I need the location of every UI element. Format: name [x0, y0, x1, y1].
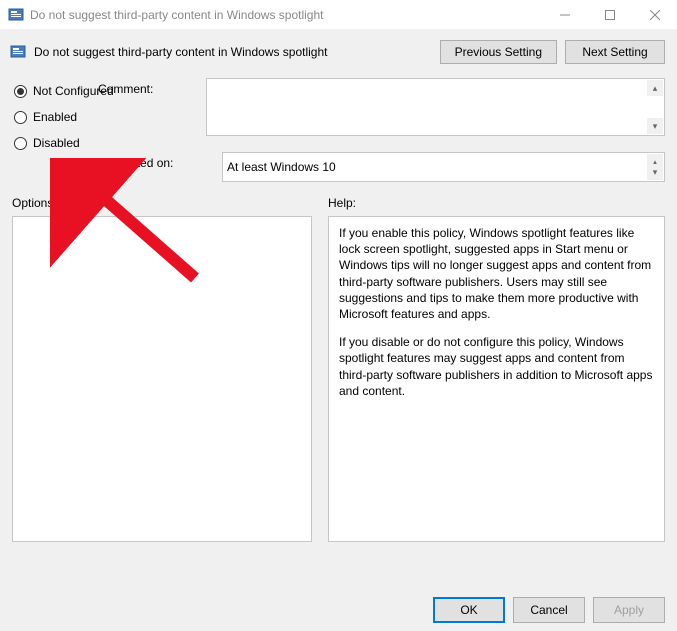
cancel-button[interactable]: Cancel: [513, 597, 585, 623]
scroll-up-icon[interactable]: ▴: [647, 80, 663, 96]
ok-button[interactable]: OK: [433, 597, 505, 623]
radio-label: Enabled: [33, 110, 77, 124]
window-title: Do not suggest third-party content in Wi…: [30, 8, 542, 22]
state-area: Not Configured Enabled Disabled Comment:…: [0, 72, 677, 182]
scroll-down-icon[interactable]: ▾: [647, 164, 663, 180]
scroll-down-icon[interactable]: ▾: [647, 118, 663, 134]
comment-textbox[interactable]: ▴ ▾: [206, 78, 665, 136]
supported-textbox: At least Windows 10 ▴ ▾: [222, 152, 665, 182]
help-paragraph: If you enable this policy, Windows spotl…: [339, 225, 654, 322]
dialog-footer: OK Cancel Apply: [433, 597, 665, 623]
options-panel: [12, 216, 312, 542]
help-label: Help:: [328, 196, 665, 210]
radio-label: Disabled: [33, 136, 80, 150]
titlebar: Do not suggest third-party content in Wi…: [0, 0, 677, 30]
supported-value: At least Windows 10: [227, 160, 336, 174]
radio-disabled[interactable]: Disabled: [14, 136, 174, 150]
apply-button[interactable]: Apply: [593, 597, 665, 623]
radio-icon: [14, 85, 27, 98]
policy-icon: [10, 44, 26, 60]
radio-enabled[interactable]: Enabled: [14, 110, 174, 124]
supported-label: Supported on:: [98, 152, 190, 170]
maximize-button[interactable]: [587, 0, 632, 30]
window-controls: [542, 0, 677, 30]
content-area: Do not suggest third-party content in Wi…: [0, 30, 677, 631]
policy-header: Do not suggest third-party content in Wi…: [0, 30, 677, 72]
options-label: Options:: [12, 196, 328, 210]
previous-setting-button[interactable]: Previous Setting: [440, 40, 557, 64]
comment-label: Comment:: [98, 78, 174, 96]
panels: If you enable this policy, Windows spotl…: [0, 216, 677, 542]
radio-icon: [14, 137, 27, 150]
radio-icon: [14, 111, 27, 124]
section-labels: Options: Help:: [0, 182, 677, 216]
help-panel: If you enable this policy, Windows spotl…: [328, 216, 665, 542]
app-icon: [8, 7, 24, 23]
minimize-button[interactable]: [542, 0, 587, 30]
help-paragraph: If you disable or do not configure this …: [339, 334, 654, 399]
policy-title: Do not suggest third-party content in Wi…: [34, 45, 440, 59]
next-setting-button[interactable]: Next Setting: [565, 40, 665, 64]
close-button[interactable]: [632, 0, 677, 30]
